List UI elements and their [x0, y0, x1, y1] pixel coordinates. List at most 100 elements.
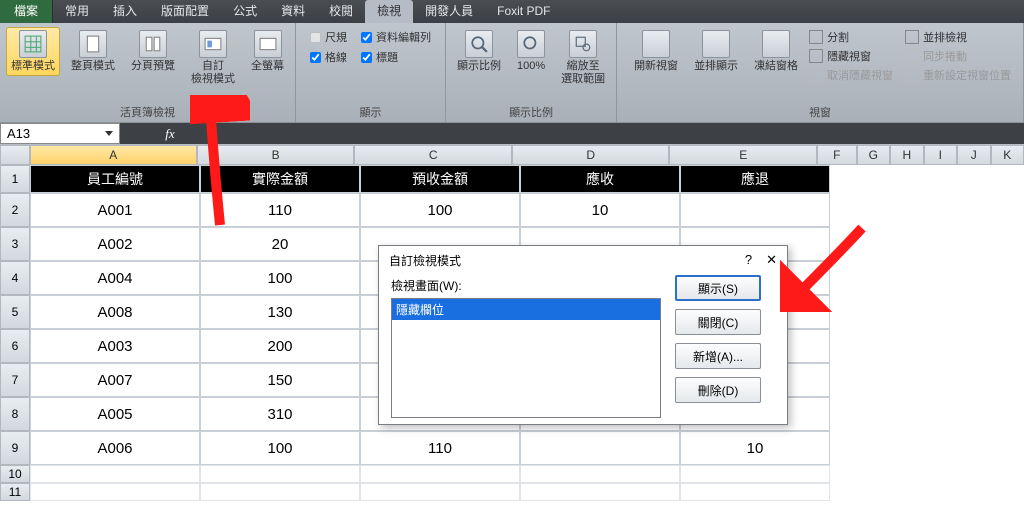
- gridlines-checkbox[interactable]: 格線: [310, 49, 347, 65]
- row-header-3[interactable]: 3: [0, 227, 30, 261]
- views-listbox[interactable]: 隱藏欄位: [391, 298, 661, 418]
- fullscreen-label: 全螢幕: [251, 60, 284, 73]
- cell[interactable]: [30, 465, 200, 483]
- ruler-checkbox[interactable]: 尺規: [310, 29, 347, 45]
- cell[interactable]: [200, 465, 360, 483]
- freeze-panes-button[interactable]: 凍結窗格: [749, 27, 803, 76]
- fx-label[interactable]: fx: [120, 123, 220, 144]
- cell[interactable]: [360, 465, 520, 483]
- dialog-close-button[interactable]: ✕: [766, 252, 777, 269]
- page-break-button[interactable]: 分頁預覽: [126, 27, 180, 76]
- cell[interactable]: A006: [30, 431, 200, 465]
- tab-data[interactable]: 資料: [269, 0, 317, 23]
- cell[interactable]: 100: [200, 261, 360, 295]
- cell[interactable]: [680, 483, 830, 501]
- chevron-down-icon[interactable]: [105, 131, 113, 136]
- cell[interactable]: A004: [30, 261, 200, 295]
- tab-foxitpdf[interactable]: Foxit PDF: [485, 0, 562, 23]
- cell[interactable]: 20: [200, 227, 360, 261]
- cell[interactable]: [680, 465, 830, 483]
- delete-button[interactable]: 刪除(D): [675, 377, 761, 403]
- cell[interactable]: A002: [30, 227, 200, 261]
- name-box[interactable]: A13: [0, 123, 120, 144]
- split-button[interactable]: 分割: [809, 29, 893, 45]
- row-header-8[interactable]: 8: [0, 397, 30, 431]
- tab-review[interactable]: 校閱: [317, 0, 365, 23]
- select-all-corner[interactable]: [0, 145, 30, 165]
- cell[interactable]: A003: [30, 329, 200, 363]
- tab-home[interactable]: 常用: [53, 0, 101, 23]
- fullscreen-button[interactable]: 全螢幕: [246, 27, 289, 76]
- unhide-window-button[interactable]: 取消隱藏視窗: [809, 67, 893, 83]
- col-header-E[interactable]: E: [669, 145, 817, 165]
- show-button[interactable]: 顯示(S): [675, 275, 761, 301]
- close-button[interactable]: 關閉(C): [675, 309, 761, 335]
- new-window-button[interactable]: 開新視窗: [629, 27, 683, 76]
- cell[interactable]: 150: [200, 363, 360, 397]
- cell[interactable]: 10: [520, 193, 680, 227]
- page-layout-button[interactable]: 整頁模式: [66, 27, 120, 76]
- cell[interactable]: A007: [30, 363, 200, 397]
- col-header-F[interactable]: F: [817, 145, 856, 165]
- row-header-5[interactable]: 5: [0, 295, 30, 329]
- list-item[interactable]: 隱藏欄位: [392, 299, 660, 320]
- file-tab[interactable]: 檔案: [0, 0, 53, 23]
- reset-window-pos-button[interactable]: 重新設定視窗位置: [905, 67, 1011, 83]
- sync-scroll-button[interactable]: 同步捲動: [905, 48, 1011, 64]
- cell[interactable]: [520, 465, 680, 483]
- formulabar-label: 資料編輯列: [376, 29, 431, 45]
- cell[interactable]: [680, 193, 830, 227]
- row-header-4[interactable]: 4: [0, 261, 30, 295]
- cell[interactable]: [200, 483, 360, 501]
- cell[interactable]: 200: [200, 329, 360, 363]
- col-header-J[interactable]: J: [957, 145, 991, 165]
- col-header-H[interactable]: H: [890, 145, 924, 165]
- tab-view[interactable]: 檢視: [365, 0, 413, 23]
- add-button[interactable]: 新增(A)...: [675, 343, 761, 369]
- normal-view-button[interactable]: 標準模式: [6, 27, 60, 76]
- hide-window-button[interactable]: 隱藏視窗: [809, 48, 893, 64]
- col-header-K[interactable]: K: [991, 145, 1024, 165]
- tab-pagelayout[interactable]: 版面配置: [149, 0, 221, 23]
- row-header-11[interactable]: 11: [0, 483, 30, 501]
- cell[interactable]: A005: [30, 397, 200, 431]
- cell[interactable]: 130: [200, 295, 360, 329]
- row-header-7[interactable]: 7: [0, 363, 30, 397]
- cell[interactable]: 110: [200, 193, 360, 227]
- cell[interactable]: [30, 483, 200, 501]
- cell[interactable]: 110: [360, 431, 520, 465]
- cell[interactable]: 10: [680, 431, 830, 465]
- side-by-side-button[interactable]: 並排檢視: [905, 29, 1011, 45]
- zoom-100-button[interactable]: 100%: [512, 27, 550, 76]
- col-header-C[interactable]: C: [354, 145, 512, 165]
- row-header-1[interactable]: 1: [0, 165, 30, 193]
- col-header-A[interactable]: A: [30, 145, 197, 165]
- cell[interactable]: 100: [360, 193, 520, 227]
- zoom-selection-button[interactable]: 縮放至 選取範圍: [556, 27, 610, 89]
- cell[interactable]: [520, 483, 680, 501]
- row-header-9[interactable]: 9: [0, 431, 30, 465]
- row-header-6[interactable]: 6: [0, 329, 30, 363]
- cell[interactable]: 100: [200, 431, 360, 465]
- arrange-all-button[interactable]: 並排顯示: [689, 27, 743, 76]
- cell[interactable]: [360, 483, 520, 501]
- col-header-I[interactable]: I: [924, 145, 958, 165]
- cell[interactable]: A008: [30, 295, 200, 329]
- col-header-D[interactable]: D: [512, 145, 670, 165]
- col-header-B[interactable]: B: [197, 145, 355, 165]
- custom-views-button[interactable]: 自訂 檢視模式: [186, 27, 240, 89]
- tab-insert[interactable]: 插入: [101, 0, 149, 23]
- headings-checkbox[interactable]: 標題: [361, 49, 398, 65]
- cell[interactable]: A001: [30, 193, 200, 227]
- zoom-button[interactable]: 顯示比例: [452, 27, 506, 76]
- tab-formulas[interactable]: 公式: [221, 0, 269, 23]
- dialog-help-button[interactable]: ?: [745, 252, 752, 269]
- col-header-G[interactable]: G: [857, 145, 891, 165]
- cell[interactable]: 310: [200, 397, 360, 431]
- formulabar-checkbox[interactable]: 資料編輯列: [361, 29, 431, 45]
- formula-input[interactable]: [220, 123, 1024, 144]
- row-header-10[interactable]: 10: [0, 465, 30, 483]
- tab-developer[interactable]: 開發人員: [413, 0, 485, 23]
- cell[interactable]: [520, 431, 680, 465]
- row-header-2[interactable]: 2: [0, 193, 30, 227]
